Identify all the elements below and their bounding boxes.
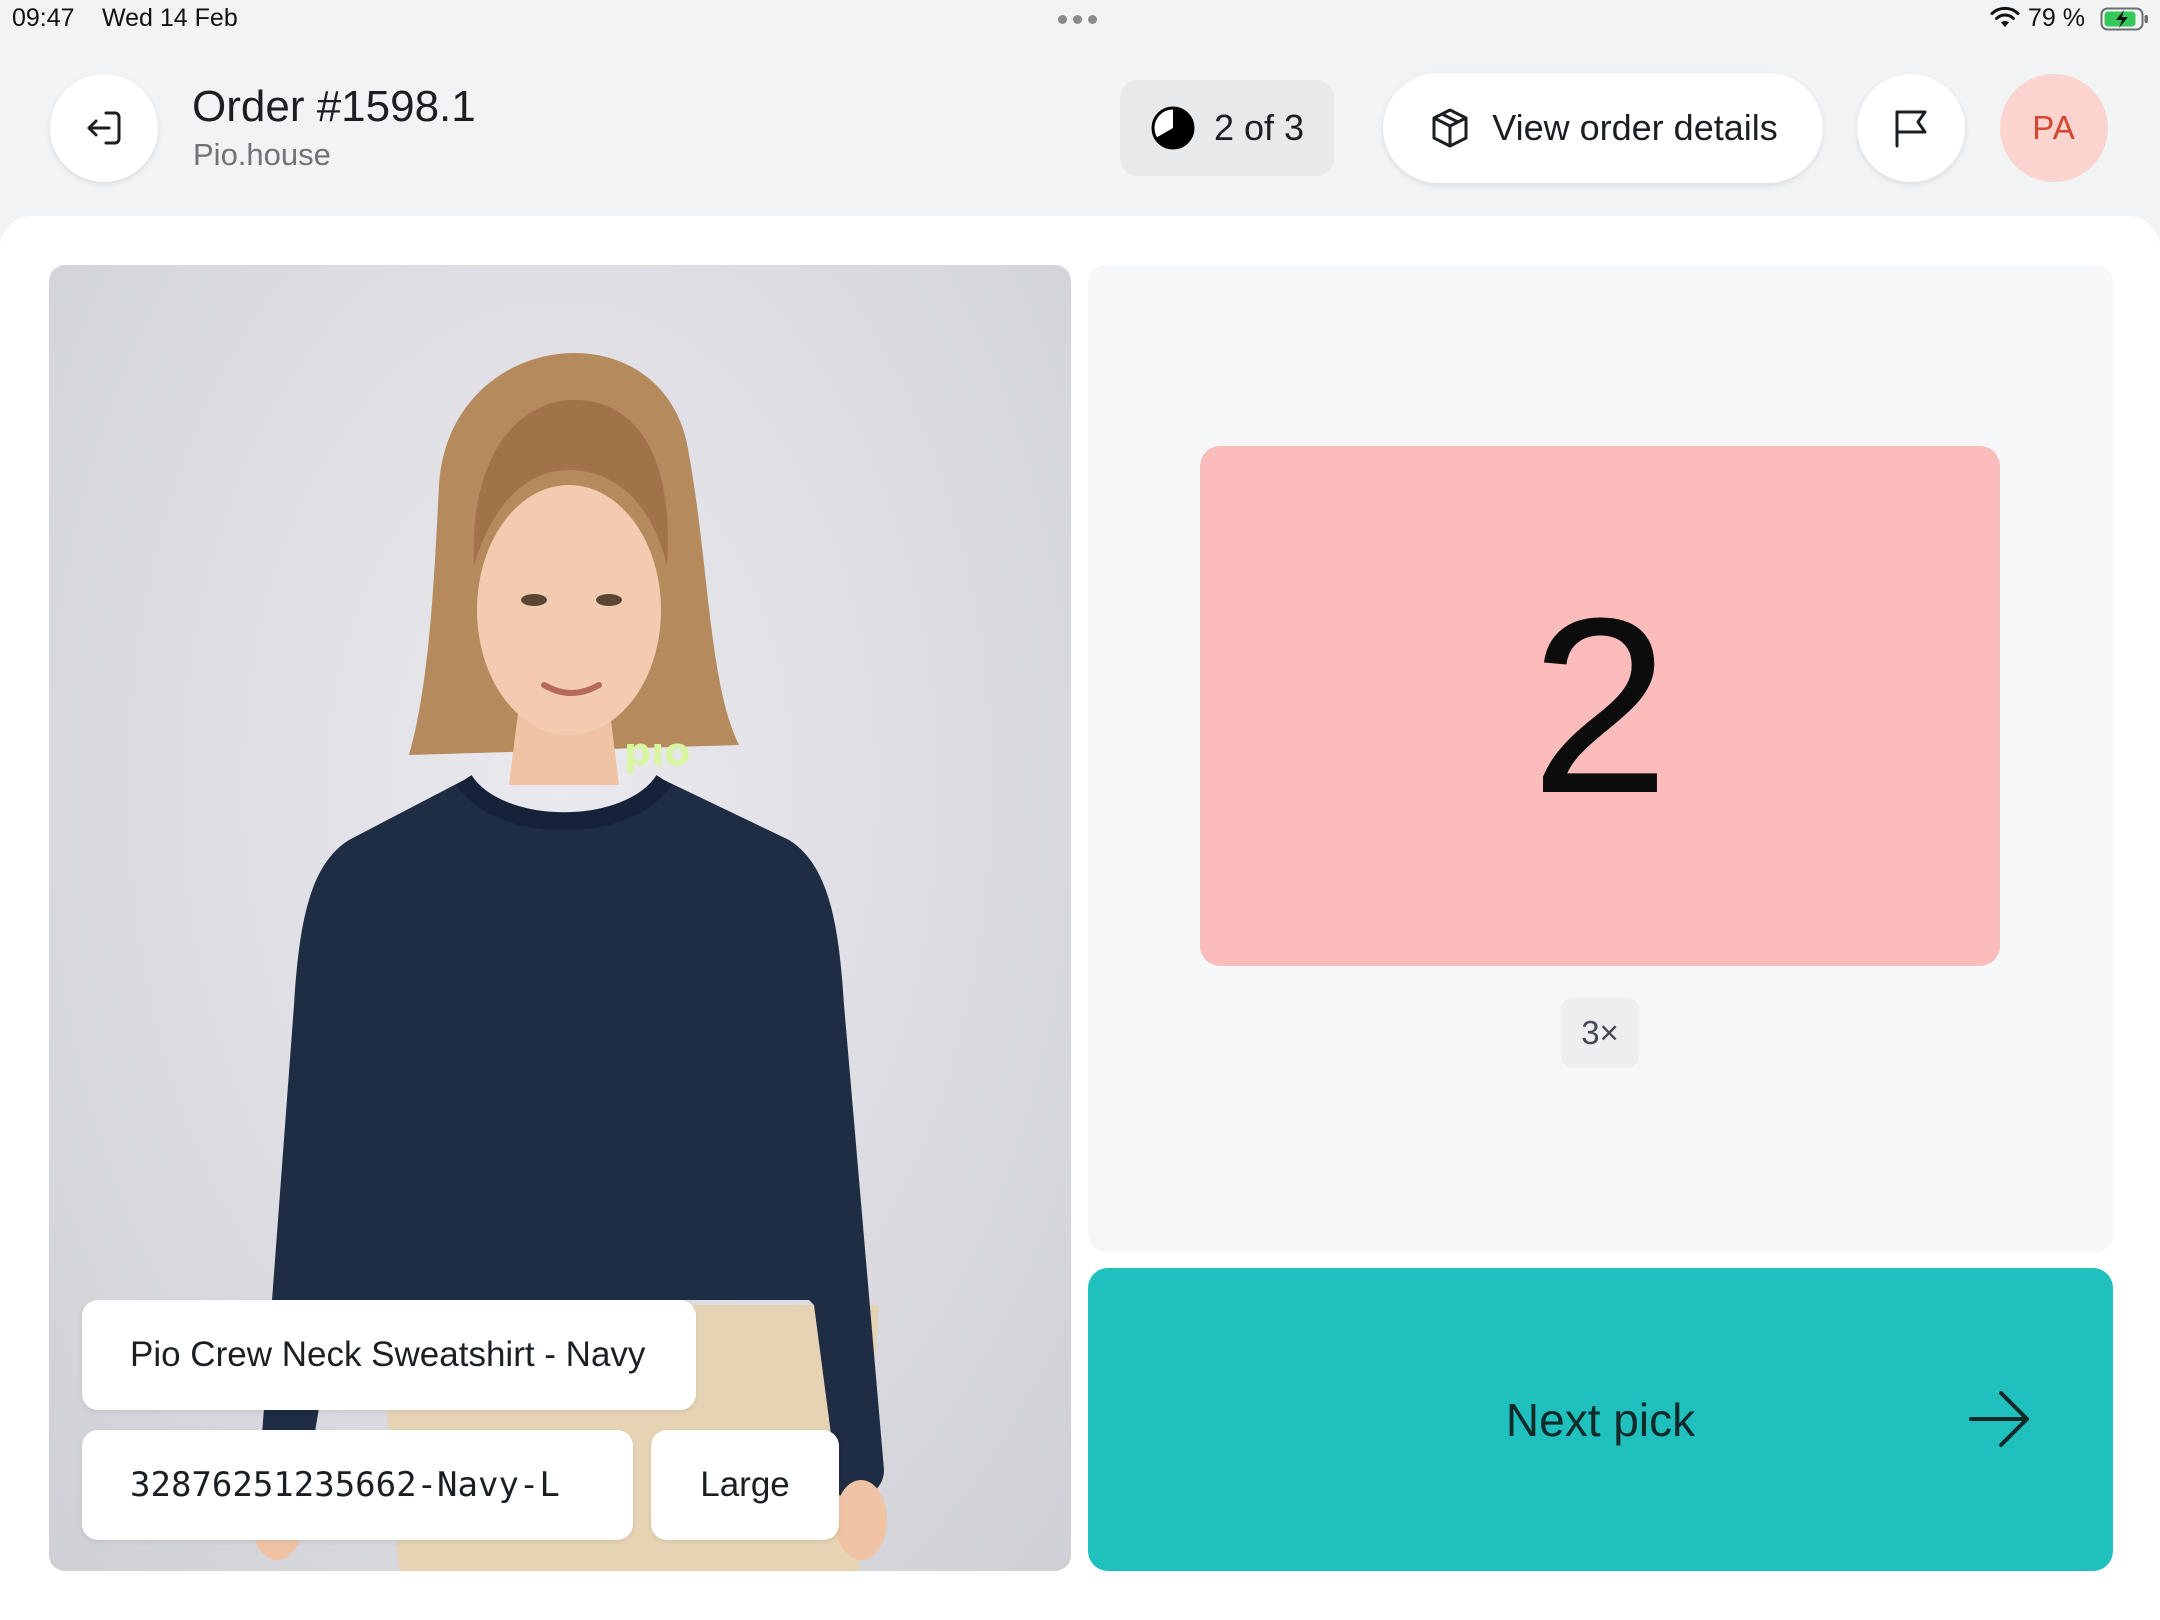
product-sku: 32876251235662-Navy-L bbox=[82, 1430, 633, 1540]
progress-pie-icon bbox=[1151, 106, 1195, 150]
order-title: Order #1598.1 bbox=[192, 82, 476, 131]
back-button[interactable] bbox=[50, 74, 158, 182]
pio-logo: pıo bbox=[624, 730, 690, 774]
pick-progress[interactable]: 2 of 3 bbox=[1120, 80, 1334, 176]
arrow-right-icon bbox=[1969, 1391, 2029, 1447]
battery-charging-icon bbox=[2100, 7, 2148, 31]
quantity-badge: 3× bbox=[1561, 998, 1639, 1068]
product-name: Pio Crew Neck Sweatshirt - Navy bbox=[82, 1300, 696, 1410]
view-order-details-button[interactable]: View order details bbox=[1383, 73, 1823, 183]
wifi-icon bbox=[1990, 6, 2020, 27]
view-order-details-label: View order details bbox=[1492, 107, 1778, 148]
exit-icon bbox=[87, 111, 121, 145]
status-date: Wed 14 Feb bbox=[102, 4, 238, 32]
battery-percent: 79 % bbox=[2028, 4, 2085, 32]
next-pick-button[interactable]: Next pick bbox=[1088, 1268, 2113, 1571]
next-pick-label: Next pick bbox=[1505, 1393, 1696, 1446]
flag-button[interactable] bbox=[1857, 74, 1965, 182]
progress-label: 2 of 3 bbox=[1213, 107, 1305, 148]
package-icon bbox=[1432, 108, 1468, 148]
product-size: Large bbox=[651, 1430, 839, 1540]
flag-icon bbox=[1895, 110, 1927, 148]
status-bar: 09:47 Wed 14 Feb 79 % bbox=[0, 0, 2160, 40]
user-avatar[interactable]: PA bbox=[2000, 74, 2108, 182]
bin-number: 2 bbox=[1530, 566, 1670, 845]
bin-indicator: 2 bbox=[1200, 446, 2000, 966]
status-time: 09:47 bbox=[12, 4, 75, 32]
store-name: Pio.house bbox=[193, 137, 331, 172]
multitasking-dots-icon[interactable] bbox=[1058, 15, 1097, 24]
